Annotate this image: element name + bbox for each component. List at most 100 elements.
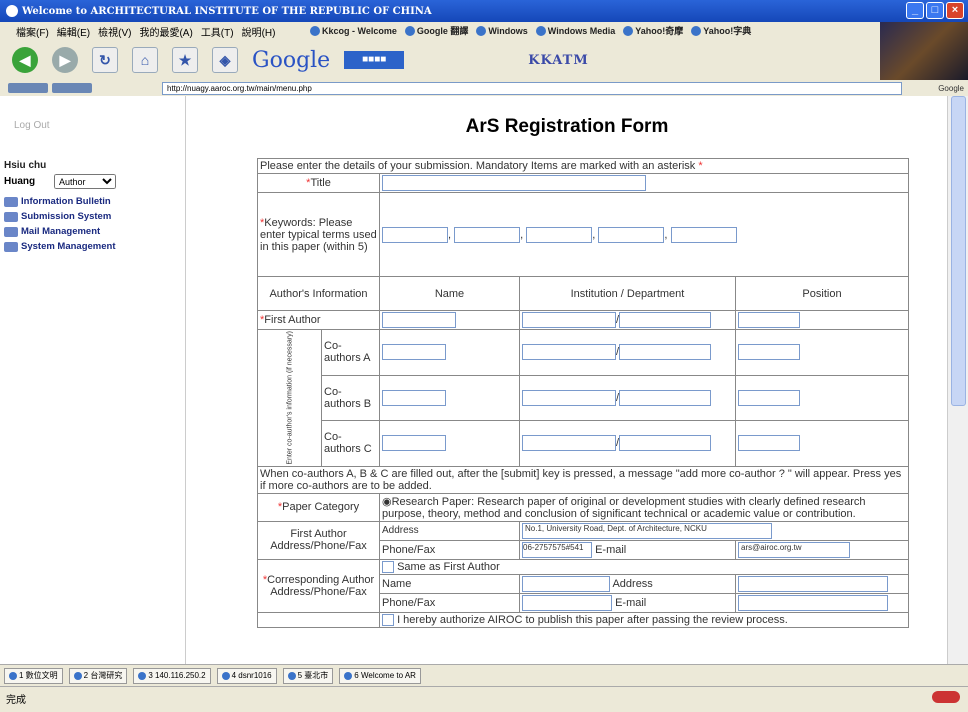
corr-address-label-cell: Address <box>519 573 736 594</box>
same-as-row[interactable]: Same as First Author <box>379 558 909 575</box>
window-title: Welcome to ARCHITECTURAL INSTITUTE OF TH… <box>22 5 432 17</box>
menu-view[interactable]: 檢視(V) <box>98 24 131 39</box>
close-button[interactable]: × <box>946 2 964 19</box>
window-icon <box>138 671 147 680</box>
menu-edit[interactable]: 編輯(E) <box>57 24 90 39</box>
corr-phone-input[interactable] <box>522 594 612 611</box>
folder-icon <box>4 211 18 222</box>
coauthor-a-inst-input[interactable] <box>522 344 616 361</box>
link-item[interactable]: Yahoo!奇摩 <box>623 24 683 37</box>
keyword-input-3[interactable] <box>526 226 593 243</box>
ie-icon <box>6 5 18 17</box>
scroll-thumb[interactable] <box>951 96 966 406</box>
window-icon <box>73 671 82 680</box>
coauthor-a-position-input[interactable] <box>738 344 800 361</box>
taskbar-item[interactable]: 1 數位文明 <box>4 667 63 684</box>
coauthor-note: When co-authors A, B & C are filled out,… <box>257 465 909 494</box>
menu-help[interactable]: 說明(H) <box>242 24 276 39</box>
first-author-inst-input[interactable] <box>522 312 616 328</box>
email-input[interactable]: ars@airoc.org.tw <box>738 541 850 558</box>
coauthor-c-name-input[interactable] <box>382 435 446 452</box>
sidebar-menu: Information Bulletin Submission System M… <box>4 194 116 254</box>
security-icon <box>932 691 960 703</box>
address-label: Address <box>379 520 520 541</box>
taskbar-item[interactable]: 6 Welcome to AR <box>339 667 421 684</box>
same-as-checkbox[interactable] <box>382 560 394 573</box>
role-select[interactable]: Author <box>54 174 116 189</box>
status-bar: 完成 <box>0 686 968 712</box>
link-item[interactable]: Kkcog - Welcome <box>310 24 397 37</box>
authorize-row[interactable]: I hereby authorize AIROC to publish this… <box>379 611 909 628</box>
google-logo[interactable]: Google <box>252 48 330 73</box>
url-input[interactable]: http://nuagy.aaroc.org.tw/main/menu.php <box>162 81 902 95</box>
sidebar-item-information-bulletin[interactable]: Information Bulletin <box>4 194 116 209</box>
favorites-icon[interactable]: ★ <box>172 47 198 73</box>
kkatm-logo[interactable]: KKATM <box>528 53 589 68</box>
coauthor-b-position-input[interactable] <box>738 389 800 406</box>
coauthor-vertical-label: Enter co-author's information (if necess… <box>257 329 322 467</box>
corr-address-input[interactable] <box>738 575 888 592</box>
coauthor-b-inst-input[interactable] <box>522 389 616 406</box>
coauthor-b-dept-input[interactable] <box>619 389 712 406</box>
first-author-name-input[interactable] <box>382 312 456 328</box>
first-author-label: *First Author <box>257 310 380 330</box>
google-toolbar-label[interactable]: Google <box>938 84 964 93</box>
back-button[interactable]: ◀ <box>12 47 38 73</box>
address-input[interactable]: No.1, University Road, Dept. of Architec… <box>522 522 772 539</box>
title-input[interactable] <box>382 175 646 191</box>
coauthor-c-label: Co-authors C <box>321 420 380 467</box>
title-label: *Title <box>257 173 380 193</box>
link-item[interactable]: Yahoo!字典 <box>691 24 751 37</box>
minimize-button[interactable]: _ <box>906 2 924 19</box>
keyword-input-4[interactable] <box>598 226 665 243</box>
authorize-checkbox[interactable] <box>382 613 394 626</box>
corr-email-input[interactable] <box>738 594 888 611</box>
link-item[interactable]: Windows <box>476 24 528 37</box>
refresh-icon[interactable]: ↻ <box>92 47 118 73</box>
keyword-input-2[interactable] <box>454 226 521 243</box>
coauthor-c-inst-input[interactable] <box>522 435 616 452</box>
menu-favorites[interactable]: 我的最愛(A) <box>139 24 192 39</box>
link-item[interactable]: Google 翻譯 <box>404 24 468 37</box>
partner-logo[interactable]: ■■■■ <box>344 51 405 69</box>
phone-input[interactable]: 06-2757575#541 <box>522 541 592 558</box>
coauthor-c-position-input[interactable] <box>738 435 800 452</box>
radio-selected-icon[interactable]: ◉ <box>382 496 392 508</box>
link-icon <box>535 25 546 36</box>
coauthor-b-name-input[interactable] <box>382 389 446 406</box>
taskbar-item[interactable]: 4 dsnr1016 <box>216 667 277 684</box>
sidebar-item-mail-management[interactable]: Mail Management <box>4 224 116 239</box>
coauthor-a-dept-input[interactable] <box>619 344 712 361</box>
home-icon[interactable]: ⌂ <box>132 47 158 73</box>
corr-name-input[interactable] <box>522 575 610 592</box>
window-icon <box>287 671 296 680</box>
taskbar: 1 數位文明 2 台灣研究 3 140.116.250.2 4 dsnr1016… <box>0 664 968 686</box>
email-label: E-mail <box>595 543 627 556</box>
corr-email-label: E-mail <box>615 596 647 609</box>
media-icon[interactable]: ◈ <box>212 47 238 73</box>
taskbar-item[interactable]: 3 140.116.250.2 <box>133 667 211 684</box>
coauthor-c-dept-input[interactable] <box>619 435 712 452</box>
col-name-header: Name <box>379 276 520 311</box>
address-label <box>8 83 48 93</box>
first-author-position-input[interactable] <box>738 312 800 328</box>
go-button[interactable] <box>52 83 92 93</box>
first-author-dept-input[interactable] <box>619 312 712 328</box>
logout-link[interactable]: Log Out <box>14 120 50 131</box>
menu-tools[interactable]: 工具(T) <box>201 24 234 39</box>
maximize-button[interactable]: □ <box>926 2 944 19</box>
menu-file[interactable]: 檔案(F) <box>16 24 49 39</box>
sidebar-item-submission-system[interactable]: Submission System <box>4 209 116 224</box>
paper-category-option[interactable]: ◉Research Paper: Research paper of origi… <box>379 492 909 522</box>
author-info-header: Author's Information <box>257 276 380 311</box>
corresponding-author-label: *Corresponding Author Address/Phone/Fax <box>257 558 380 613</box>
forward-button[interactable]: ▶ <box>52 47 78 73</box>
sidebar-item-system-management[interactable]: System Management <box>4 239 116 254</box>
taskbar-item[interactable]: 5 臺北市 <box>282 667 334 684</box>
coauthor-a-name-input[interactable] <box>382 344 446 361</box>
keyword-input-1[interactable] <box>382 226 448 243</box>
taskbar-item[interactable]: 2 台灣研究 <box>68 667 128 684</box>
link-item[interactable]: Windows Media <box>535 24 615 37</box>
vertical-scrollbar[interactable] <box>947 96 968 664</box>
keyword-input-5[interactable] <box>670 226 737 243</box>
